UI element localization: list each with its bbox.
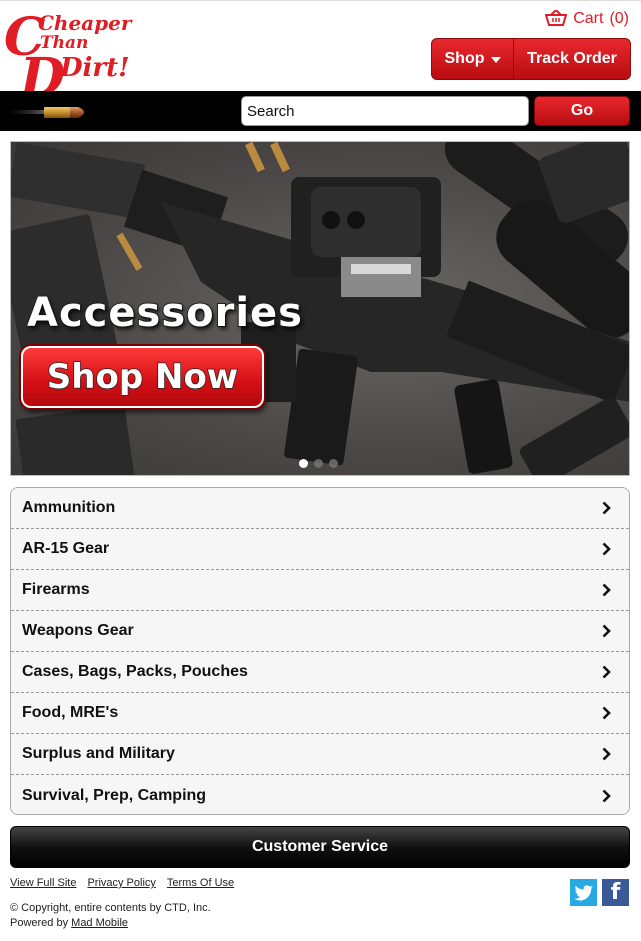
category-label: Ammunition [22, 499, 116, 516]
category-label: Food, MRE's [22, 704, 119, 721]
carousel-dot[interactable] [329, 459, 338, 468]
category-item[interactable]: AR-15 Gear [11, 529, 629, 570]
bullet-icon [0, 107, 84, 118]
cart-icon [545, 10, 568, 26]
category-item[interactable]: Ammunition [11, 488, 629, 529]
chevron-right-icon [602, 501, 611, 515]
category-label: Survival, Prep, Camping [22, 786, 207, 804]
privacy-policy-link[interactable]: Privacy Policy [87, 877, 155, 889]
view-full-site-link[interactable]: View Full Site [10, 877, 76, 889]
shop-label: Shop [444, 50, 485, 67]
shop-menu-button[interactable]: Shop [432, 39, 514, 79]
powered-by-prefix: Powered by [10, 917, 69, 929]
mad-mobile-link[interactable]: Mad Mobile [71, 917, 128, 929]
category-item[interactable]: Survival, Prep, Camping [11, 775, 629, 814]
cart-link[interactable]: Cart (0) [545, 10, 629, 28]
category-list: Ammunition AR-15 Gear Firearms Weapons G… [10, 487, 630, 815]
track-order-button[interactable]: Track Order [514, 39, 630, 79]
search-go-button[interactable]: Go [534, 96, 630, 126]
chevron-right-icon [602, 624, 611, 638]
chevron-right-icon [602, 706, 611, 720]
carousel-dot[interactable] [314, 459, 323, 468]
carousel-dot[interactable] [299, 459, 308, 468]
chevron-right-icon [602, 583, 611, 597]
header-nav: Shop Track Order [431, 38, 631, 80]
chevron-right-icon [602, 665, 611, 679]
shop-now-button[interactable]: Shop Now [21, 346, 264, 408]
social-links: f [570, 879, 629, 906]
category-item[interactable]: Firearms [11, 570, 629, 611]
twitter-icon[interactable] [570, 879, 597, 906]
caret-down-icon [490, 57, 501, 63]
category-item[interactable]: Surplus and Military [11, 734, 629, 775]
logo-line-3: Dirt! [60, 53, 130, 83]
category-label: AR-15 Gear [22, 540, 110, 557]
carousel-dots [299, 459, 338, 468]
customer-service-button[interactable]: Customer Service [10, 826, 630, 868]
terms-of-use-link[interactable]: Terms Of Use [167, 877, 234, 889]
cheaper-than-dirt-logo[interactable]: C D Cheaper Than Dirt! [4, 5, 131, 108]
category-item[interactable]: Cases, Bags, Packs, Pouches [11, 652, 629, 693]
footer-links: View Full Site Privacy Policy Terms Of U… [10, 877, 234, 889]
category-label: Cases, Bags, Packs, Pouches [22, 663, 248, 680]
chevron-right-icon [602, 542, 611, 556]
facebook-icon[interactable]: f [602, 879, 629, 906]
search-input[interactable] [241, 96, 529, 126]
powered-by: Powered by Mad Mobile [10, 917, 128, 929]
category-label: Surplus and Military [22, 745, 175, 762]
category-item[interactable]: Food, MRE's [11, 693, 629, 734]
category-label: Weapons Gear [22, 622, 134, 639]
logo-line-2: Than [40, 33, 89, 53]
chevron-right-icon [602, 789, 611, 802]
search-bar: Go [0, 91, 641, 131]
category-item[interactable]: Weapons Gear [11, 611, 629, 652]
cart-label: Cart [573, 10, 604, 27]
header: C D Cheaper Than Dirt! Cart (0) Shop Tra… [0, 0, 641, 108]
cart-count: (0) [609, 10, 629, 27]
category-label: Firearms [22, 581, 90, 598]
logo-line-1: Cheaper [38, 11, 132, 35]
chevron-right-icon [602, 747, 611, 761]
banner-title: Accessories [26, 289, 303, 337]
copyright-text: © Copyright, entire contents by CTD, Inc… [10, 902, 211, 914]
promo-banner[interactable]: Accessories Shop Now [10, 141, 630, 476]
